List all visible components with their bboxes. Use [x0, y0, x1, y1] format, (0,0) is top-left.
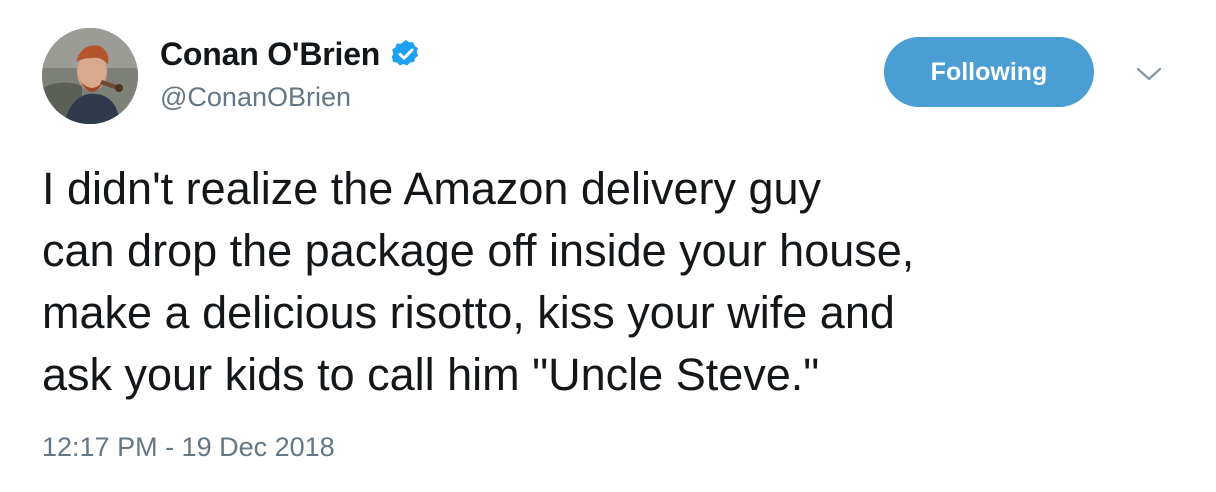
author-identity: Conan O'Brien @ConanOBrien — [160, 34, 422, 113]
tweet-line: ask your kids to call him "Uncle Steve." — [42, 349, 820, 400]
tweet-timestamp[interactable]: 12:17 PM - 19 Dec 2018 — [42, 432, 335, 463]
tweet-card: Conan O'Brien @ConanOBrien Following I d… — [0, 0, 1216, 492]
tweet-line: I didn't realize the Amazon delivery guy — [42, 163, 822, 214]
chevron-down-icon[interactable] — [1132, 62, 1166, 86]
display-name[interactable]: Conan O'Brien — [160, 36, 380, 73]
tweet-text: I didn't realize the Amazon delivery guy… — [42, 158, 1182, 406]
user-handle[interactable]: @ConanOBrien — [160, 82, 422, 113]
verified-badge-icon — [390, 38, 422, 70]
tweet-line: make a delicious risotto, kiss your wife… — [42, 287, 895, 338]
tweet-line: can drop the package off inside your hou… — [42, 225, 915, 276]
name-row: Conan O'Brien — [160, 34, 422, 74]
following-button[interactable]: Following — [884, 37, 1094, 107]
avatar[interactable] — [42, 28, 138, 124]
